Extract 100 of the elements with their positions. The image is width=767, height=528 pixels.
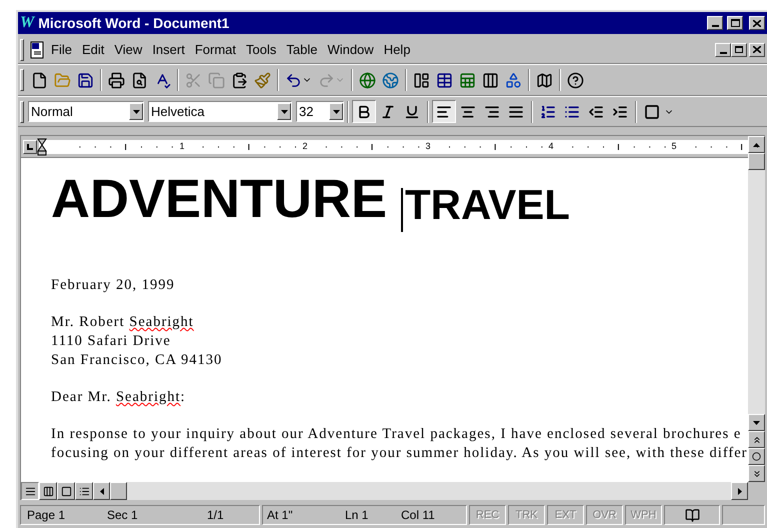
ruler-number: 3 xyxy=(424,142,432,151)
menu-item[interactable]: File xyxy=(46,40,77,60)
align-left-button[interactable] xyxy=(432,100,456,123)
double-up-icon xyxy=(752,434,762,444)
ruler-number: 1 xyxy=(178,142,186,151)
save-icon xyxy=(77,72,94,88)
horizontal-scrollbar[interactable] xyxy=(110,482,731,500)
up-arrow-icon xyxy=(753,142,760,146)
scroll-down-button[interactable] xyxy=(748,414,765,431)
menu-item[interactable]: Table xyxy=(281,40,322,60)
new-icon xyxy=(31,72,48,88)
vertical-scrollbar[interactable] xyxy=(748,136,765,482)
painter-icon xyxy=(254,72,271,88)
caret-icon xyxy=(132,110,140,114)
scroll-thumb[interactable] xyxy=(748,153,765,170)
close-icon xyxy=(753,46,761,53)
document-icon xyxy=(28,40,46,58)
tables-icon xyxy=(413,72,430,88)
toolbar-grip[interactable] xyxy=(20,100,24,122)
view-button[interactable] xyxy=(21,482,39,500)
minimize-button[interactable] xyxy=(715,42,731,56)
web-icon xyxy=(382,72,399,88)
book-icon xyxy=(684,508,700,522)
left-tab-icon xyxy=(27,144,33,150)
bold-button[interactable] xyxy=(352,100,376,123)
status-pane xyxy=(722,505,765,525)
menu-item[interactable]: View xyxy=(109,40,148,60)
align-left-icon xyxy=(436,104,452,120)
close-button[interactable] xyxy=(749,42,765,56)
close-icon xyxy=(753,20,761,26)
scroll-thumb[interactable] xyxy=(110,482,127,500)
browse-object-button[interactable] xyxy=(748,448,765,465)
menu-item[interactable]: Edit xyxy=(76,40,110,60)
map-icon xyxy=(536,72,553,88)
view-icon xyxy=(24,486,36,496)
font-size-dropdown[interactable]: 32 xyxy=(296,101,344,122)
double-down-icon xyxy=(752,468,762,478)
justify-icon xyxy=(508,104,524,120)
down-arrow-icon xyxy=(753,420,760,424)
table-icon xyxy=(436,72,453,88)
toolbar-grip[interactable] xyxy=(20,69,24,91)
right-arrow-icon xyxy=(738,488,742,494)
menu-item[interactable]: Tools xyxy=(241,40,282,60)
body-text: San Francisco, CA 94130 xyxy=(51,351,224,370)
bullets-icon xyxy=(564,104,580,120)
font-dropdown[interactable]: Helvetica xyxy=(148,101,292,122)
redo-icon xyxy=(318,72,335,88)
body-text: February 20, 1999 xyxy=(51,276,176,295)
menu-item[interactable]: Insert xyxy=(147,40,190,60)
outdent-icon xyxy=(588,104,604,120)
align-right-icon xyxy=(484,104,500,120)
close-button[interactable] xyxy=(749,16,765,30)
status-page-count: 1/1 xyxy=(207,507,224,524)
left-arrow-icon xyxy=(100,488,104,494)
caret-icon xyxy=(280,110,288,114)
maximize-button[interactable] xyxy=(727,16,743,30)
heading-text: ADVENTURE xyxy=(51,172,388,226)
preview-icon xyxy=(131,72,148,88)
scroll-up-button[interactable] xyxy=(748,136,765,153)
ruler-number: 2 xyxy=(301,142,308,151)
previous-page-button[interactable] xyxy=(748,431,765,448)
next-page-button[interactable] xyxy=(748,465,765,482)
border-icon xyxy=(644,104,660,120)
menu-item[interactable]: Window xyxy=(322,40,379,60)
scroll-right-button[interactable] xyxy=(731,482,748,500)
minimize-button[interactable] xyxy=(707,16,723,30)
numbering-icon xyxy=(540,104,556,120)
print-icon xyxy=(108,72,125,88)
body-text: focusing on your different areas of interest for your summer holiday. As you will see, with these differ xyxy=(51,444,748,463)
circle-icon xyxy=(752,452,761,461)
app-icon: W xyxy=(20,15,34,31)
body-text: Dear Mr. Seabright: xyxy=(51,388,187,407)
cut-icon xyxy=(185,72,202,88)
menu-item[interactable]: Help xyxy=(378,40,416,60)
style-dropdown[interactable]: Normal xyxy=(28,101,144,122)
help-icon xyxy=(567,72,584,88)
drawing-icon xyxy=(505,72,522,88)
status-line: Ln 1 xyxy=(345,507,370,524)
sheet-icon xyxy=(459,72,476,88)
ruler-number: 4 xyxy=(547,142,554,151)
heading-text: TRAVEL xyxy=(405,184,570,226)
caret-icon xyxy=(332,110,340,114)
indent-icon xyxy=(612,104,628,120)
undo-icon xyxy=(285,72,302,88)
tab-selector[interactable] xyxy=(23,140,37,154)
open-icon xyxy=(54,72,71,88)
body-text: In response to your inquiry about our Adventure Travel packages, I have enclosed several brochures e xyxy=(51,425,742,444)
status-page: Page 1 xyxy=(27,507,66,524)
columns-icon xyxy=(482,72,499,88)
menu-item[interactable]: Format xyxy=(190,40,241,60)
bold-icon xyxy=(356,104,372,120)
view-icon xyxy=(42,486,54,496)
restore-button[interactable] xyxy=(731,42,747,56)
ruler-number: 5 xyxy=(670,142,678,151)
body-text: Mr. Robert Seabright xyxy=(51,313,195,332)
scroll-left-button[interactable] xyxy=(93,482,110,500)
toolbar-grip[interactable] xyxy=(20,38,24,60)
window-title: Microsoft Word - Document1 xyxy=(38,14,230,32)
view-icon xyxy=(60,486,72,496)
center-icon xyxy=(460,104,476,120)
